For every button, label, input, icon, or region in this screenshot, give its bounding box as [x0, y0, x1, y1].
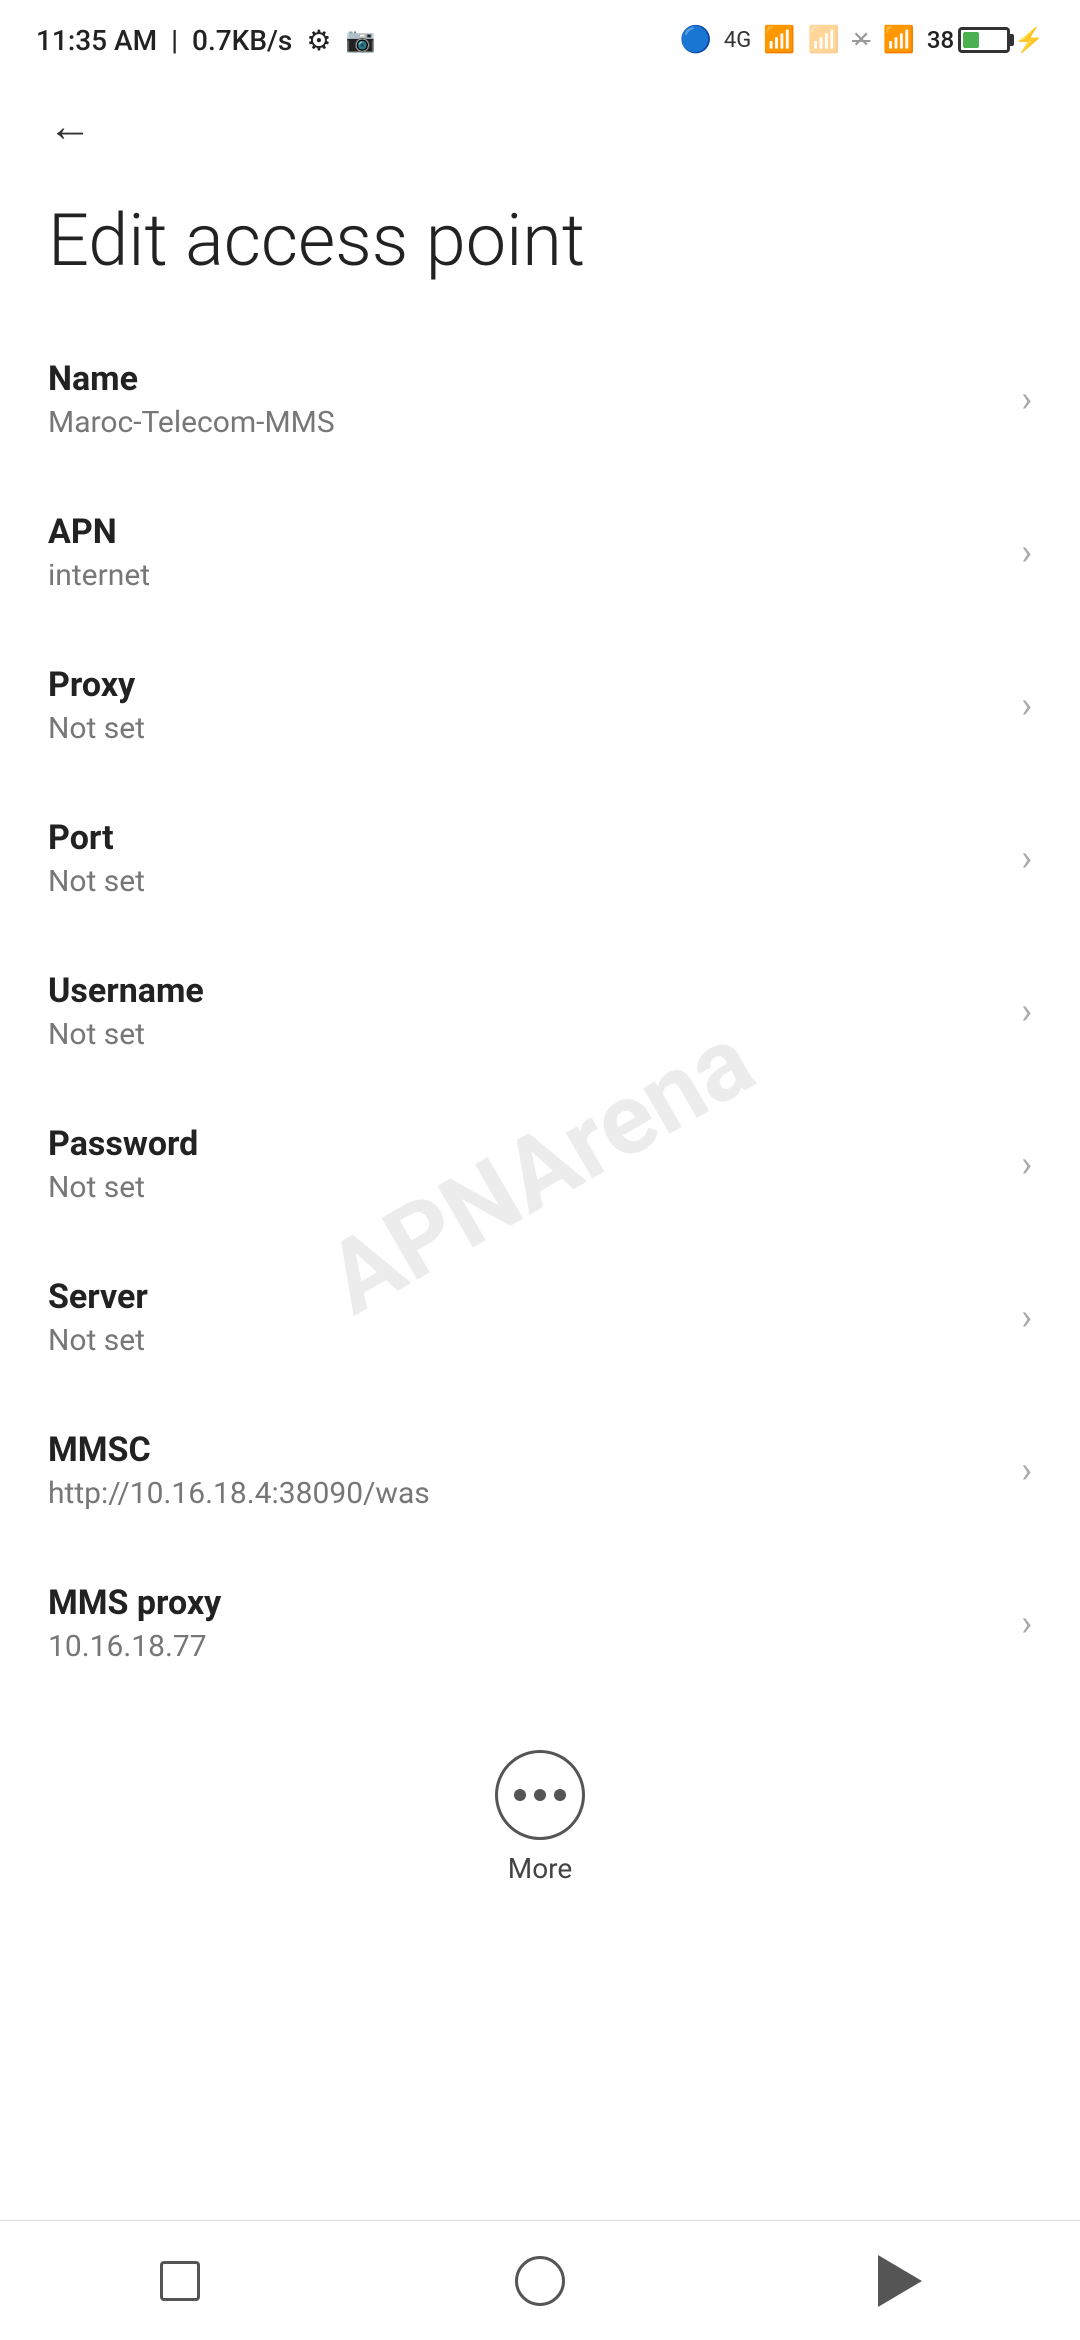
item-content-4: Username Not set: [48, 971, 1001, 1052]
settings-item[interactable]: Password Not set ›: [0, 1088, 1080, 1241]
wifi-icon: 📶: [882, 25, 914, 55]
settings-list: Name Maroc-Telecom-MMS › APN internet › Proxy N…: [0, 323, 1080, 1700]
item-value-0: Maroc-Telecom-MMS: [48, 405, 1001, 440]
item-label-0: Name: [48, 359, 1001, 399]
chevron-right-icon: ›: [1021, 1143, 1032, 1185]
item-content-7: MMSC http://10.16.18.4:38090/was: [48, 1430, 1001, 1511]
more-button-area: More: [0, 1710, 1080, 1915]
time: 11:35 AM: [36, 24, 157, 57]
charging-icon: ⚡: [1014, 26, 1044, 54]
settings-item[interactable]: Username Not set ›: [0, 935, 1080, 1088]
item-value-6: Not set: [48, 1323, 1001, 1358]
recent-apps-icon: [160, 2261, 200, 2301]
signal-4g-icon: 4G: [724, 28, 751, 53]
video-icon: 📷: [345, 26, 375, 54]
settings-item[interactable]: Server Not set ›: [0, 1241, 1080, 1394]
nav-square-button[interactable]: [130, 2241, 230, 2321]
battery-fill: [963, 32, 979, 48]
item-value-8: 10.16.18.77: [48, 1629, 1001, 1664]
top-nav: ←: [0, 72, 1080, 180]
item-value-5: Not set: [48, 1170, 1001, 1205]
more-label: More: [508, 1852, 573, 1885]
back-arrow-icon: ←: [48, 104, 92, 148]
item-value-7: http://10.16.18.4:38090/was: [48, 1476, 1001, 1511]
chevron-right-icon: ›: [1021, 1602, 1032, 1644]
settings-item[interactable]: Port Not set ›: [0, 782, 1080, 935]
more-dots-icon: [514, 1789, 566, 1801]
nav-back-button[interactable]: [850, 2241, 950, 2321]
settings-item[interactable]: APN internet ›: [0, 476, 1080, 629]
battery-box: [958, 27, 1010, 53]
item-label-6: Server: [48, 1277, 1001, 1317]
chevron-right-icon: ›: [1021, 378, 1032, 420]
signal-bars2-icon: 📶: [808, 25, 840, 55]
item-content-0: Name Maroc-Telecom-MMS: [48, 359, 1001, 440]
chevron-right-icon: ›: [1021, 1296, 1032, 1338]
item-label-1: APN: [48, 512, 1001, 552]
signal-bars-icon: 📶: [763, 25, 795, 55]
status-right: 🔵 4G 📶 📶 ✕ 📶 38 ⚡: [680, 25, 1044, 55]
chevron-right-icon: ›: [1021, 837, 1032, 879]
status-left: 11:35 AM | 0.7KB/s ⚙ 📷: [36, 24, 375, 57]
settings-item[interactable]: MMSC http://10.16.18.4:38090/was ›: [0, 1394, 1080, 1547]
chevron-right-icon: ›: [1021, 1449, 1032, 1491]
settings-item[interactable]: Name Maroc-Telecom-MMS ›: [0, 323, 1080, 476]
back-icon: [878, 2255, 922, 2307]
separator: |: [171, 24, 178, 57]
item-content-1: APN internet: [48, 512, 1001, 593]
item-value-1: internet: [48, 558, 1001, 593]
item-value-3: Not set: [48, 864, 1001, 899]
page-title: Edit access point: [0, 180, 1080, 323]
bluetooth-icon: 🔵: [680, 25, 712, 55]
battery-indicator: 38 ⚡: [927, 26, 1044, 54]
item-value-2: Not set: [48, 711, 1001, 746]
settings-item[interactable]: MMS proxy 10.16.18.77 ›: [0, 1547, 1080, 1700]
home-icon: [515, 2256, 565, 2306]
network-speed: 0.7KB/s: [192, 24, 292, 57]
item-content-2: Proxy Not set: [48, 665, 1001, 746]
chevron-right-icon: ›: [1021, 990, 1032, 1032]
battery-percent: 38: [927, 26, 954, 54]
item-label-2: Proxy: [48, 665, 1001, 705]
item-content-8: MMS proxy 10.16.18.77: [48, 1583, 1001, 1664]
item-label-5: Password: [48, 1124, 1001, 1164]
chevron-right-icon: ›: [1021, 531, 1032, 573]
item-label-3: Port: [48, 818, 1001, 858]
item-label-7: MMSC: [48, 1430, 1001, 1470]
item-label-4: Username: [48, 971, 1001, 1011]
settings-icon: ⚙: [306, 24, 331, 57]
bottom-nav: [0, 2220, 1080, 2340]
chevron-right-icon: ›: [1021, 684, 1032, 726]
item-content-3: Port Not set: [48, 818, 1001, 899]
no-signal-icon: ✕: [852, 28, 870, 53]
item-content-5: Password Not set: [48, 1124, 1001, 1205]
nav-home-button[interactable]: [490, 2241, 590, 2321]
back-button[interactable]: ←: [40, 96, 100, 156]
item-content-6: Server Not set: [48, 1277, 1001, 1358]
more-button[interactable]: [495, 1750, 585, 1840]
settings-item[interactable]: Proxy Not set ›: [0, 629, 1080, 782]
item-value-4: Not set: [48, 1017, 1001, 1052]
item-label-8: MMS proxy: [48, 1583, 1001, 1623]
status-bar: 11:35 AM | 0.7KB/s ⚙ 📷 🔵 4G 📶 📶 ✕ 📶 38 ⚡: [0, 0, 1080, 72]
